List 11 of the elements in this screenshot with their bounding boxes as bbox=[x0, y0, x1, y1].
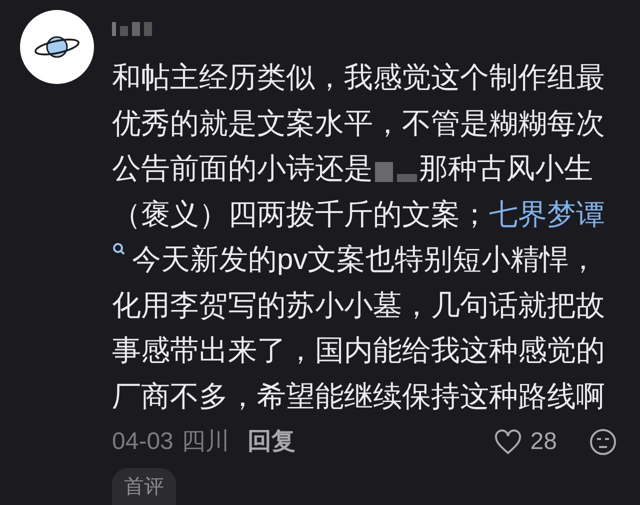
search-icon[interactable] bbox=[112, 242, 126, 256]
comment-date: 04-03 bbox=[112, 427, 174, 457]
topic-link[interactable]: 七界梦谭 bbox=[489, 198, 605, 230]
heart-icon[interactable] bbox=[494, 429, 522, 455]
reply-button[interactable]: 回复 bbox=[247, 424, 296, 460]
neutral-face-icon[interactable] bbox=[589, 428, 617, 456]
blurred-username bbox=[112, 22, 152, 36]
first-comment-tag: 首评 bbox=[112, 468, 176, 505]
comment-location: 四川 bbox=[181, 427, 230, 457]
comment-text: 和帖主经历类似，我感觉这个制作组最优秀的就是文案水平，不管是糊糊每次公告前面的小诗还是 那种古风小生（褒义）四两拨千斤的文案；七界梦谭 今天新发的pv文案也特别短小精悍，化用李贺写的苏小小墓，几句话就把故事感带出来了，国内能给我这种感觉的厂商不多，希望能继续保持这种路线啊 bbox=[112, 61, 606, 414]
like-count: 28 bbox=[530, 427, 557, 457]
